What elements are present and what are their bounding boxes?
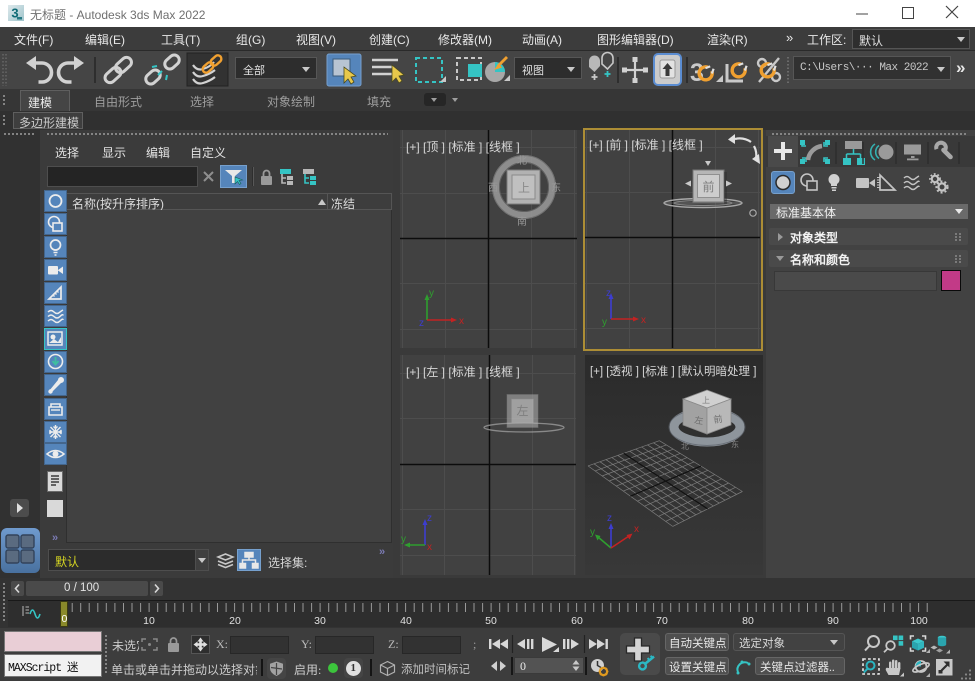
svg-text:30: 30 xyxy=(314,615,326,627)
svg-text:60: 60 xyxy=(571,615,583,627)
svg-text:x: x xyxy=(641,315,646,326)
svg-text:z: z xyxy=(606,288,611,299)
svg-text:上: 上 xyxy=(702,396,710,405)
svg-text:左: 左 xyxy=(694,414,704,426)
svg-text:70: 70 xyxy=(656,615,668,627)
svg-text:100: 100 xyxy=(910,615,928,627)
svg-text:z: z xyxy=(427,513,432,524)
svg-text:z: z xyxy=(419,318,424,329)
svg-text:西: 西 xyxy=(488,183,498,194)
svg-text:50: 50 xyxy=(485,615,497,627)
svg-text:3: 3 xyxy=(690,59,704,87)
svg-text:x: x xyxy=(427,542,432,553)
svg-text:前: 前 xyxy=(702,179,714,194)
svg-text:前: 前 xyxy=(713,413,723,425)
svg-text:y: y xyxy=(590,527,595,538)
svg-text:y: y xyxy=(602,317,607,328)
svg-text:北: 北 xyxy=(681,442,689,451)
svg-text:东: 东 xyxy=(731,439,739,449)
svg-text:上: 上 xyxy=(518,181,530,195)
svg-text:80: 80 xyxy=(742,615,754,627)
svg-text:x: x xyxy=(634,524,639,535)
svg-text:20: 20 xyxy=(229,615,241,627)
svg-text:东: 东 xyxy=(551,181,561,194)
svg-text:左: 左 xyxy=(516,403,528,418)
svg-text:x: x xyxy=(459,316,464,327)
svg-text:40: 40 xyxy=(400,615,412,627)
svg-text:y: y xyxy=(429,288,434,299)
svg-text:10: 10 xyxy=(143,615,155,627)
svg-text:y: y xyxy=(401,534,406,545)
svg-text:南: 南 xyxy=(517,215,527,228)
svg-text:z: z xyxy=(607,513,612,524)
svg-text:北: 北 xyxy=(517,155,527,167)
svg-text:90: 90 xyxy=(827,615,839,627)
